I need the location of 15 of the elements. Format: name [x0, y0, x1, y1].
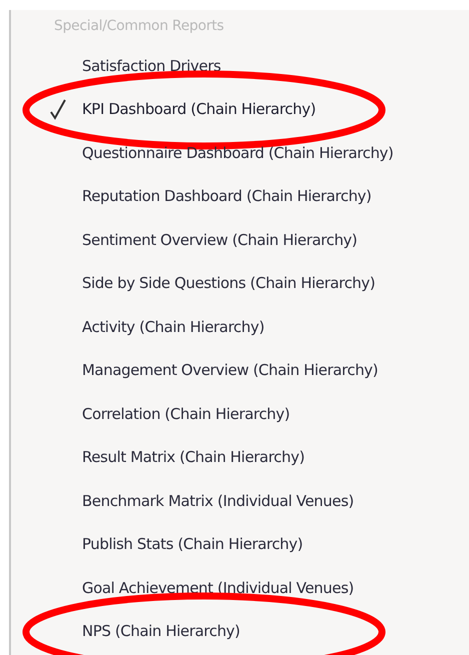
menu-heading: Special/Common Reports: [53, 17, 225, 36]
menu-item[interactable]: Activity (Chain Hierarchy): [82, 318, 264, 336]
menu-item[interactable]: Questionnaire Dashboard (Chain Hierarchy): [82, 144, 394, 162]
menu-item[interactable]: Benchmark Matrix (Individual Venues): [82, 492, 354, 510]
menu-item[interactable]: Publish Stats (Chain Hierarchy): [82, 535, 303, 554]
menu-item[interactable]: KPI Dashboard (Chain Hierarchy): [82, 100, 316, 118]
menu-item[interactable]: Satisfaction Drivers: [82, 56, 221, 75]
menu-item[interactable]: Reputation Dashboard (Chain Hierarchy): [82, 187, 372, 206]
menu-item[interactable]: Goal Achievement (Individual Venues): [82, 578, 354, 597]
menu-item[interactable]: Management Overview (Chain Hierarchy): [82, 361, 378, 380]
menu-item[interactable]: Side by Side Questions (Chain Hierarchy): [82, 274, 376, 292]
menu-item[interactable]: Sentiment Overview (Chain Hierarchy): [82, 230, 358, 249]
menu-item[interactable]: NPS (Chain Hierarchy): [82, 622, 240, 640]
menu-item[interactable]: Result Matrix (Chain Hierarchy): [82, 448, 305, 466]
menu-item[interactable]: Correlation (Chain Hierarchy): [82, 404, 290, 423]
